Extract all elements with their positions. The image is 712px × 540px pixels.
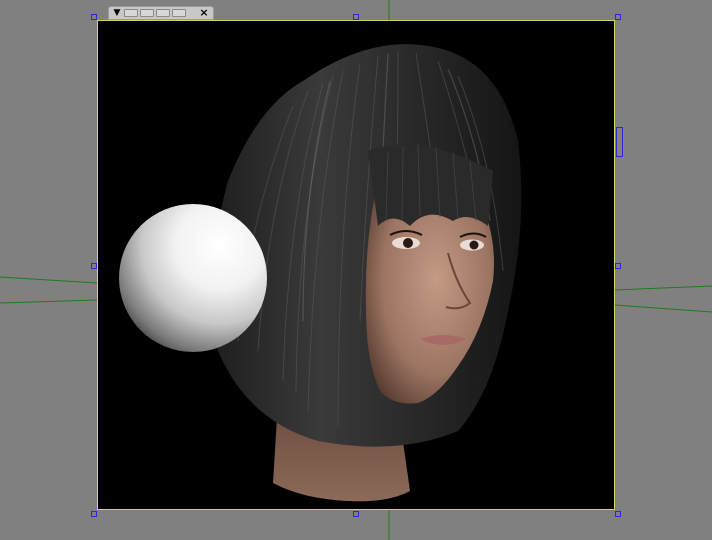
- preset-slot-icon[interactable]: [124, 9, 138, 17]
- preset-slot-icon[interactable]: [140, 9, 154, 17]
- 3d-viewport[interactable]: ▼ ×: [0, 0, 712, 540]
- right-iris: [469, 240, 479, 250]
- handle-bottom-left[interactable]: [91, 511, 97, 517]
- handle-top-center[interactable]: [353, 14, 359, 20]
- dropdown-arrow-icon[interactable]: ▼: [112, 8, 122, 18]
- horizontal-guide-right-upper: [614, 285, 712, 291]
- left-iris: [403, 238, 413, 248]
- horizontal-guide-right-lower: [614, 304, 712, 313]
- close-icon[interactable]: ×: [198, 7, 210, 18]
- preview-mini-toolbar: ▼ ×: [108, 6, 214, 20]
- preset-slot-icon[interactable]: [156, 9, 170, 17]
- white-sphere: [119, 204, 267, 352]
- render-preview-frame[interactable]: [97, 20, 615, 510]
- handle-bottom-right[interactable]: [615, 511, 621, 517]
- handle-middle-right[interactable]: [615, 263, 621, 269]
- side-resize-handle[interactable]: [616, 127, 623, 157]
- render-image: [119, 44, 522, 502]
- handle-top-right[interactable]: [615, 14, 621, 20]
- horizontal-guide-left-upper: [0, 276, 98, 284]
- handle-bottom-center[interactable]: [353, 511, 359, 517]
- preset-slot-icon[interactable]: [172, 9, 186, 17]
- horizontal-guide-left-lower: [0, 299, 98, 304]
- handle-middle-left[interactable]: [91, 263, 97, 269]
- handle-top-left[interactable]: [91, 14, 97, 20]
